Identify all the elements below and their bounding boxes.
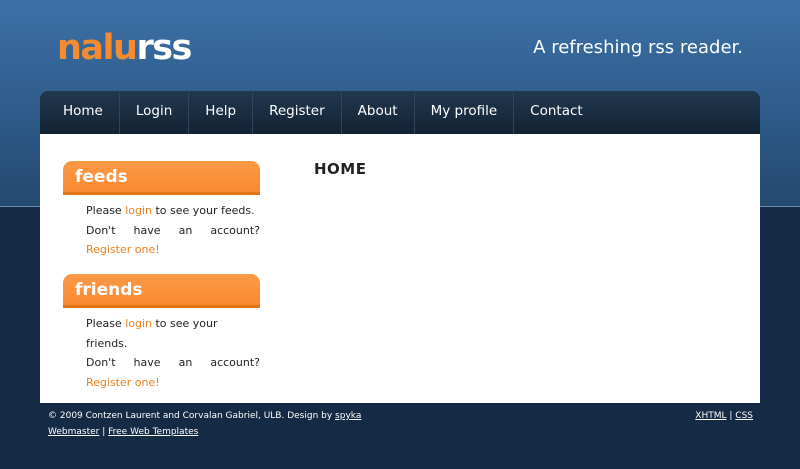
nav-login[interactable]: Login <box>120 91 190 134</box>
logo-part-nalu: nalu <box>57 28 138 68</box>
nav-register[interactable]: Register <box>253 91 342 134</box>
friends-box-body: Please login to see your friends. Don't … <box>63 308 260 392</box>
nav-my-profile[interactable]: My profile <box>415 91 515 134</box>
feeds-text-before: Please <box>86 204 126 217</box>
site-logo[interactable]: nalurss <box>57 28 192 68</box>
friends-login-line: Please login to see your friends. <box>86 314 260 353</box>
friends-box-title: friends <box>63 274 260 308</box>
page-title: HOME <box>314 160 367 178</box>
feeds-text-after: to see your feeds. <box>152 204 255 217</box>
footer-validators: XHTML | CSS <box>695 408 753 424</box>
nav-home[interactable]: Home <box>40 91 120 134</box>
footer-links-line: Webmaster | Free Web Templates <box>48 424 753 440</box>
footer-separator-right: | <box>726 411 736 421</box>
nav-help[interactable]: Help <box>189 91 254 134</box>
footer-webmaster-link[interactable]: Webmaster <box>48 427 99 437</box>
footer-css-link[interactable]: CSS <box>735 411 753 421</box>
footer-credit: © 2009 Contzen Laurent and Corvalan Gabr… <box>48 411 336 421</box>
friends-box: friends Please login to see your friends… <box>63 274 260 392</box>
footer-credit-line: © 2009 Contzen Laurent and Corvalan Gabr… <box>48 408 753 424</box>
friends-text-before: Please <box>86 317 126 330</box>
friends-register-link[interactable]: Register one! <box>86 376 160 389</box>
feeds-login-line: Please login to see your feeds. <box>86 201 260 221</box>
feeds-login-link[interactable]: login <box>125 204 152 217</box>
friends-login-link[interactable]: login <box>125 317 152 330</box>
feeds-box-body: Please login to see your feeds. Don't ha… <box>63 195 260 260</box>
feeds-register-link[interactable]: Register one! <box>86 243 160 256</box>
feeds-box: feeds Please login to see your feeds. Do… <box>63 161 260 260</box>
main-nav: Home Login Help Register About My profil… <box>40 91 760 134</box>
footer: © 2009 Contzen Laurent and Corvalan Gabr… <box>48 408 753 440</box>
feeds-box-title: feeds <box>63 161 260 195</box>
footer-designer-link[interactable]: spyka <box>335 411 361 421</box>
nav-contact[interactable]: Contact <box>514 91 599 134</box>
content-panel: feeds Please login to see your feeds. Do… <box>40 134 760 403</box>
logo-part-rss: rss <box>136 28 192 68</box>
nav-about[interactable]: About <box>342 91 415 134</box>
footer-separator: | <box>99 427 109 437</box>
footer-xhtml-link[interactable]: XHTML <box>695 411 726 421</box>
feeds-no-account-text: Don't have an account? <box>86 223 260 237</box>
friends-no-account-text: Don't have an account? <box>86 356 260 369</box>
site-tagline: A refreshing rss reader. <box>533 37 743 58</box>
footer-templates-link[interactable]: Free Web Templates <box>108 427 198 437</box>
